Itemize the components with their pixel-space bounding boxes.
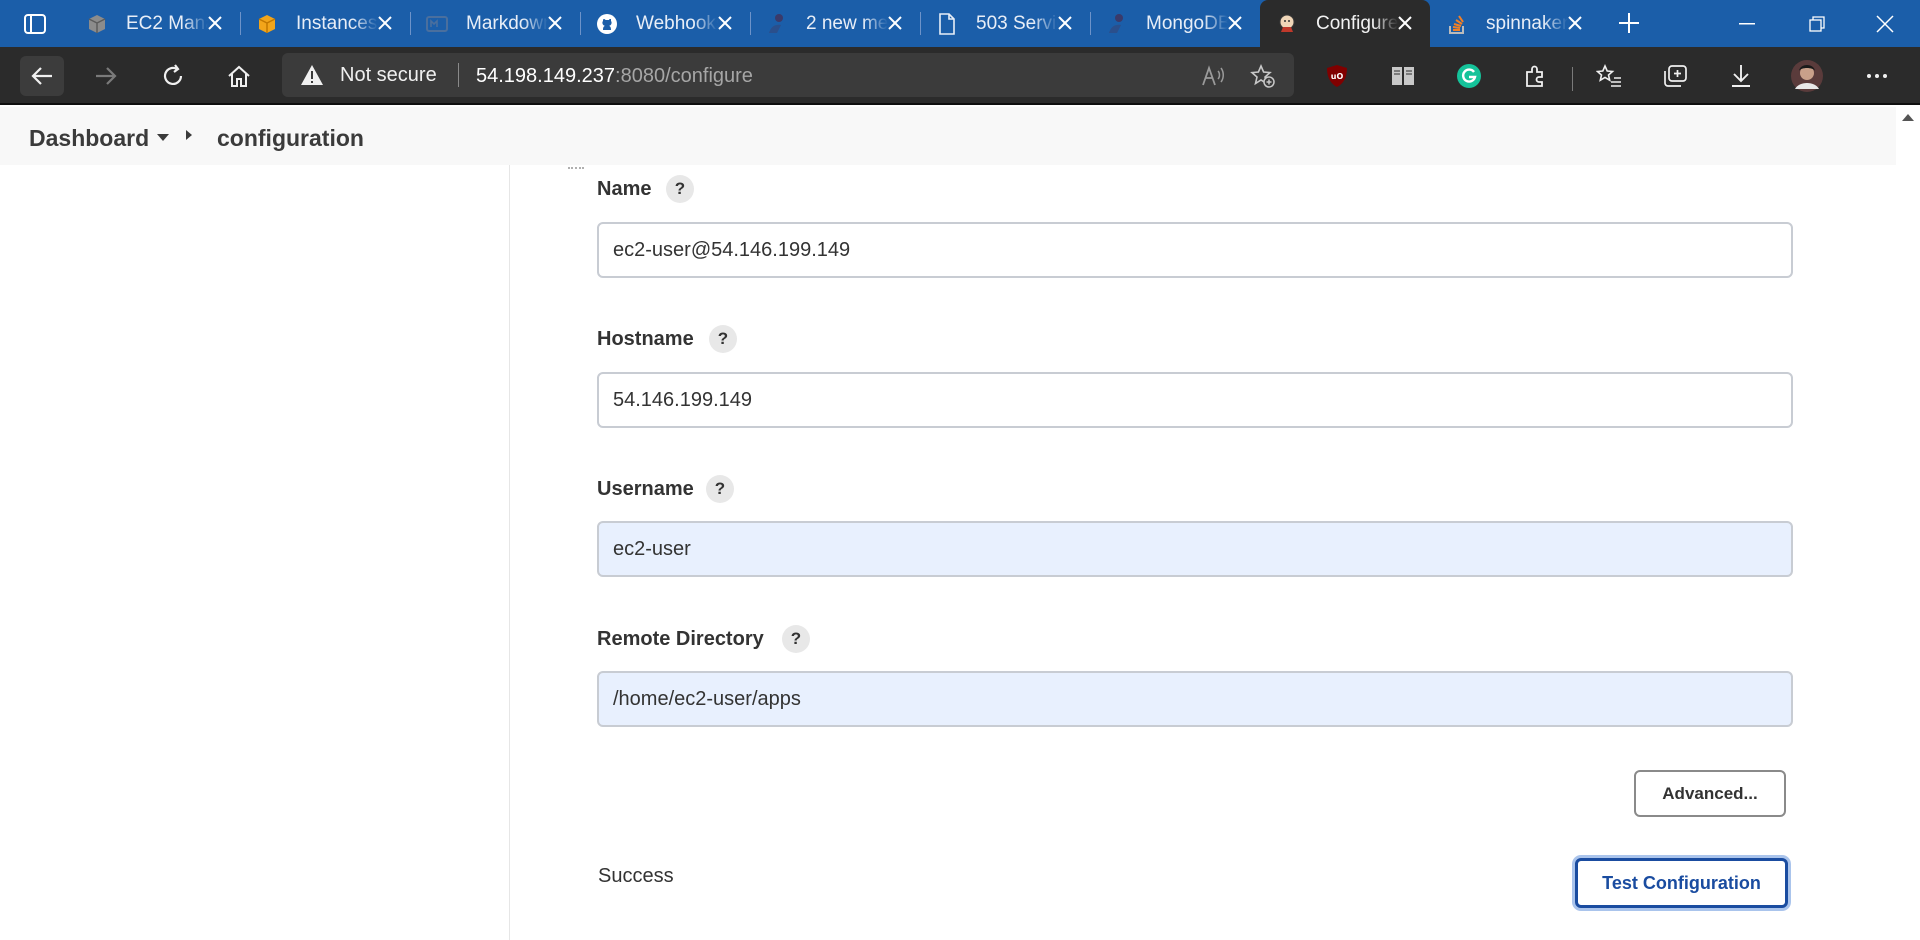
reading-view-icon[interactable] — [1383, 56, 1423, 96]
close-icon[interactable] — [1394, 12, 1416, 34]
new-tab-plus-icon[interactable] — [1614, 8, 1644, 38]
tab-markdown[interactable]: Markdown — [410, 0, 580, 47]
close-icon[interactable] — [884, 12, 906, 34]
advanced-button[interactable]: Advanced... — [1634, 770, 1786, 817]
stackoverflow-icon — [1446, 13, 1468, 35]
name-help-icon[interactable]: ? — [666, 175, 694, 203]
hostname-help-icon[interactable]: ? — [709, 325, 737, 353]
person-icon — [766, 13, 788, 35]
breadcrumb-configuration-link[interactable]: configuration — [217, 125, 364, 152]
close-icon[interactable] — [1224, 12, 1246, 34]
markdown-icon — [426, 13, 448, 35]
close-icon[interactable] — [544, 12, 566, 34]
tab-title: Webhooks — [636, 12, 718, 34]
browser-tab-strip: EC2 Management Console Instances Markdow… — [0, 0, 1920, 47]
breadcrumb: Dashboard configuration — [0, 107, 1896, 165]
add-favorite-icon[interactable] — [1248, 61, 1278, 91]
tab-title: Instances — [296, 12, 378, 34]
test-status-text: Success — [598, 865, 674, 887]
tab-title: EC2 Management Console — [126, 12, 208, 34]
jenkins-icon — [1276, 13, 1298, 35]
close-window-icon[interactable] — [1850, 0, 1920, 47]
toolbar-divider — [1572, 67, 1573, 91]
close-icon[interactable] — [204, 12, 226, 34]
name-label: Name — [597, 178, 652, 200]
warning-icon[interactable] — [300, 64, 324, 86]
chevron-right-icon — [186, 130, 192, 140]
close-icon[interactable] — [374, 12, 396, 34]
collections-icon[interactable] — [1655, 56, 1695, 96]
aws-box-icon — [256, 13, 278, 35]
remote-directory-label: Remote Directory — [597, 628, 764, 650]
github-icon — [596, 13, 618, 35]
remote-directory-help-icon[interactable]: ? — [782, 625, 810, 653]
url-text[interactable]: 54.198.149.237:8080/configure — [476, 65, 753, 88]
read-aloud-icon[interactable] — [1198, 61, 1228, 91]
drag-handle-icon[interactable] — [568, 167, 584, 171]
tab-instances[interactable]: Instances — [240, 0, 410, 47]
tab-title: 2 new messages — [806, 12, 888, 34]
chevron-down-icon[interactable] — [157, 134, 169, 141]
extensions-icon[interactable] — [1515, 56, 1555, 96]
more-menu-icon[interactable] — [1857, 56, 1897, 96]
username-help-icon[interactable]: ? — [706, 475, 734, 503]
page-content: Dashboard configuration Name ? Hostname … — [0, 107, 1920, 940]
address-divider — [458, 63, 459, 87]
tab-503-service[interactable]: 503 Service — [920, 0, 1090, 47]
scrollbar[interactable] — [1896, 107, 1920, 940]
close-icon[interactable] — [714, 12, 736, 34]
tab-title: MongoDB — [1146, 12, 1228, 34]
tab-configure[interactable]: Configure — [1260, 0, 1430, 47]
aws-cube-icon — [86, 13, 108, 35]
scroll-up-arrow-icon[interactable] — [1902, 114, 1914, 121]
tab-webhooks[interactable]: Webhooks — [580, 0, 750, 47]
ublock-icon[interactable]: uO — [1317, 56, 1357, 96]
hostname-label: Hostname — [597, 328, 694, 350]
hostname-field[interactable] — [597, 372, 1793, 428]
address-bar[interactable]: Not secure 54.198.149.237:8080/configure — [282, 53, 1294, 97]
tab-title: spinnaker — [1486, 12, 1568, 34]
security-label[interactable]: Not secure — [340, 64, 437, 87]
tab-title: Configure — [1316, 12, 1398, 34]
url-host: 54.198.149.237 — [476, 65, 616, 87]
remote-directory-field[interactable] — [597, 671, 1793, 727]
tab-new-messages[interactable]: 2 new messages — [750, 0, 920, 47]
tab-title: 503 Service — [976, 12, 1058, 34]
browser-toolbar: Not secure 54.198.149.237:8080/configure… — [0, 47, 1920, 105]
download-icon[interactable] — [1721, 56, 1761, 96]
tab-mongodb[interactable]: MongoDB — [1090, 0, 1260, 47]
tab-spinnaker[interactable]: spinnaker — [1430, 0, 1600, 47]
home-icon[interactable] — [219, 56, 259, 96]
forward-arrow-icon — [86, 56, 126, 96]
username-label: Username — [597, 478, 694, 500]
grammarly-icon[interactable] — [1449, 56, 1489, 96]
url-path: :8080/configure — [615, 65, 753, 87]
name-field[interactable] — [597, 222, 1793, 278]
breadcrumb-dashboard-link[interactable]: Dashboard — [29, 125, 149, 152]
avatar[interactable] — [1787, 56, 1827, 96]
tab-ec2-management[interactable]: EC2 Management Console — [70, 0, 240, 47]
tab-actions-icon[interactable] — [20, 10, 50, 38]
username-field[interactable] — [597, 521, 1793, 577]
minimize-icon[interactable] — [1712, 0, 1782, 47]
document-icon — [936, 12, 958, 35]
close-icon[interactable] — [1564, 12, 1586, 34]
refresh-icon[interactable] — [153, 56, 193, 96]
close-icon[interactable] — [1054, 12, 1076, 34]
tab-title: Markdown — [466, 12, 548, 34]
sidebar-divider — [509, 165, 510, 940]
back-arrow-icon[interactable] — [20, 56, 64, 96]
favorites-icon[interactable] — [1589, 56, 1629, 96]
svg-text:uO: uO — [1331, 72, 1344, 81]
restore-icon[interactable] — [1782, 0, 1852, 47]
test-configuration-button[interactable]: Test Configuration — [1575, 858, 1788, 908]
person-icon — [1106, 13, 1128, 35]
